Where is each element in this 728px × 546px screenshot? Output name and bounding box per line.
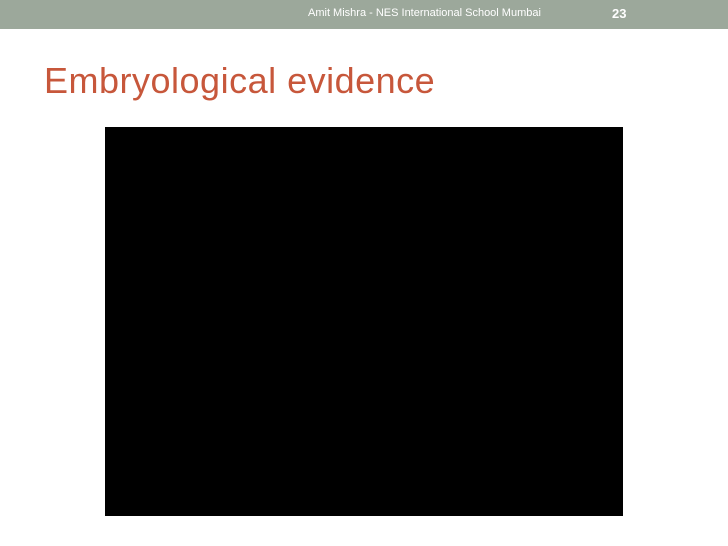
slide-number: 23	[612, 6, 627, 21]
embedded-media-placeholder[interactable]	[105, 127, 623, 516]
header-bar: Amit Mishra - NES International School M…	[0, 0, 728, 29]
slide: Amit Mishra - NES International School M…	[0, 0, 728, 546]
slide-title: Embryological evidence	[44, 60, 436, 101]
footer-author-text: Amit Mishra - NES International School M…	[308, 7, 541, 19]
